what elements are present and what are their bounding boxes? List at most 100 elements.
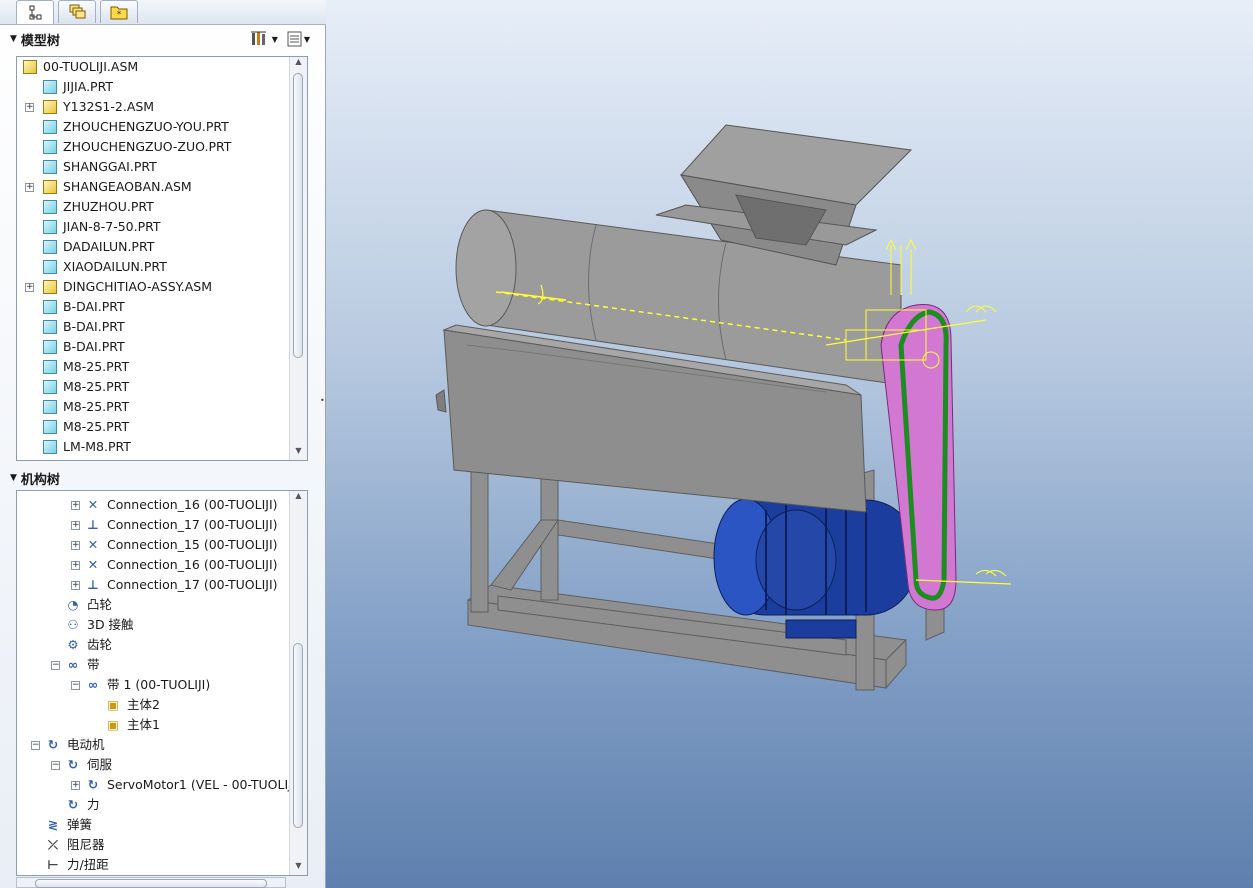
mech-tree-title: 机构树 [20,472,60,488]
mech-tree-item-label: 齿轮 [87,637,113,652]
layers-icon [69,4,86,19]
expand-icon[interactable]: + [71,521,80,530]
mech-tree-item[interactable]: + ↻ ServoMotor1 (VEL - 00-TUOLIJI) [17,775,301,795]
collapse-icon[interactable]: − [51,661,60,670]
model-tree-item[interactable]: M8-25.PRT [17,377,287,397]
mech-tree-item[interactable]: ⤫ 阻尼器 [17,835,297,855]
thresher-3d-model[interactable] [326,0,1253,888]
panel-splitter[interactable]: • [318,355,326,445]
mech-tree-header[interactable]: ▼ 机构树 [10,467,316,489]
expand-icon[interactable]: + [71,561,80,570]
part-icon [43,140,57,154]
model-tree-item[interactable]: M8-25.PRT [17,357,287,377]
mech-tree-item[interactable]: ▣ 主体2 [17,695,297,715]
collapse-triangle-icon[interactable]: ▼ [10,473,17,483]
model-tree-item[interactable]: B-DAI.PRT [17,297,287,317]
tab-model-tree[interactable] [16,0,54,24]
model-tree-item-label: B-DAI.PRT [63,339,125,354]
model-tree-panel[interactable]: 00-TUOLIJI.ASM JIJIA.PRT + Y132S1-2.ASM ZHOU… [16,56,308,461]
scroll-down-icon[interactable]: ▼ [290,446,307,460]
tree-settings-button[interactable]: ▼ [250,30,278,48]
expand-icon[interactable]: + [71,501,80,510]
model-tree-item[interactable]: + Y132S1-2.ASM [17,97,287,117]
scroll-up-icon[interactable]: ▲ [290,491,307,505]
expand-icon[interactable]: + [25,283,34,292]
scrollbar-thumb[interactable] [35,879,267,888]
joint-pin-icon: ⊥ [87,577,99,592]
model-tree-item[interactable]: ZHOUCHENGZUO-YOU.PRT [17,117,287,137]
model-tree-item-label: SHANGGAI.PRT [63,159,157,174]
scrollbar-thumb[interactable] [293,643,303,828]
collapse-icon[interactable]: − [51,761,60,770]
expand-icon[interactable]: + [25,103,34,112]
model-tree-item[interactable]: SHANGGAI.PRT [17,157,287,177]
mech-tree-item[interactable]: − ∞ 带 1 (00-TUOLIJI) [17,675,297,695]
model-tree-scrollbar[interactable]: ▲ ▼ [289,57,307,460]
graphics-viewport[interactable] [326,0,1253,888]
model-tree-item[interactable]: JIAN-8-7-50.PRT [17,217,287,237]
expand-icon[interactable]: + [71,581,80,590]
scroll-up-icon[interactable]: ▲ [290,57,307,71]
mech-tree-item[interactable]: − ↻ 伺服 [17,755,297,775]
model-tree-item[interactable]: ZHOUCHENGZUO-ZUO.PRT [17,137,287,157]
belt-icon: ∞ [67,657,79,672]
expand-icon[interactable]: + [71,541,80,550]
mech-tree-item[interactable]: + ⊥ Connection_17 (00-TUOLIJI) [17,575,297,595]
damper-icon: ⤫ [47,837,58,852]
collapse-triangle-icon[interactable]: ▼ [10,34,17,44]
model-tree-item[interactable]: XIAODAILUN.PRT [17,257,287,277]
mech-tree-item-label: 伺服 [87,757,113,772]
mech-tree-item-label: 电动机 [67,737,105,752]
mech-tree-item-label: Connection_16 (00-TUOLIJI) [107,557,278,572]
mech-tree-item[interactable]: ⊢ 力/扭距 [17,855,297,875]
tab-layers[interactable] [58,0,96,23]
mech-tree-item[interactable]: ⚙ 齿轮 [17,635,297,655]
scrollbar-thumb[interactable] [293,73,303,358]
model-tree-item-label: LM-M8.PRT [63,439,131,454]
mech-tree-item-label: 带 1 (00-TUOLIJI) [107,677,211,692]
part-icon [43,240,57,254]
model-tree-item[interactable]: DADAILUN.PRT [17,237,287,257]
model-tree-item[interactable]: M8-25.PRT [17,397,287,417]
model-tree-item[interactable]: LM-M8.PRT [17,437,287,457]
model-tree-item[interactable]: JIJIA.PRT [17,77,287,97]
tree-show-button[interactable]: ▼ [286,30,310,48]
tab-favorites[interactable]: * [100,0,138,23]
model-tree-item[interactable]: + SHANGEAOBAN.ASM [17,177,287,197]
mech-tree-item[interactable]: + ✕ Connection_16 (00-TUOLIJI) [17,495,297,515]
model-tree-item-label: DADAILUN.PRT [63,239,155,254]
part-icon [43,440,57,454]
model-tree-item-label: B-DAI.PRT [63,319,125,334]
mech-tree-item-label: ServoMotor1 (VEL - 00-TUOLIJI) [107,777,301,792]
scroll-down-icon[interactable]: ▼ [290,861,307,875]
mech-tree-item[interactable]: − ∞ 带 [17,655,297,675]
model-tree-item[interactable]: B-DAI.PRT [17,317,287,337]
mech-tree-item[interactable]: + ⊥ Connection_17 (00-TUOLIJI) [17,515,297,535]
mech-tree-item[interactable]: ▣ 主体1 [17,715,297,735]
model-tree-header[interactable]: ▼ 模型树 ▼ ▼ [10,28,316,50]
model-tree-item[interactable]: 00-TUOLIJI.ASM [17,57,287,77]
expand-icon[interactable]: + [25,183,34,192]
model-tree-item-label: B-DAI.PRT [63,299,125,314]
model-tree-item[interactable]: B-DAI.PRT [17,337,287,357]
mech-tree-item[interactable]: ≷ 弹簧 [17,815,297,835]
mech-tree-item[interactable]: + ✕ Connection_15 (00-TUOLIJI) [17,535,297,555]
mech-tree-item[interactable]: ↻ 力 [17,795,297,815]
collapse-icon[interactable]: − [31,741,40,750]
model-tree-title: 模型树 [20,33,60,49]
model-tree-item[interactable]: M8-25.PRT [17,417,287,437]
model-tree-item[interactable]: ZHUZHOU.PRT [17,197,287,217]
collapse-icon[interactable]: − [71,681,80,690]
part-icon [43,220,57,234]
mech-tree-item[interactable]: ⚇ 3D 接触 [17,615,297,635]
mech-tree-scrollbar[interactable]: ▲ ▼ [289,491,307,875]
dropdown-arrow-icon: ▼ [271,34,278,44]
horizontal-scrollbar[interactable] [16,877,286,888]
model-tree-item[interactable]: + DINGCHITIAO-ASSY.ASM [17,277,287,297]
mech-tree-panel[interactable]: + ✕ Connection_16 (00-TUOLIJI) + ⊥ Connection… [16,490,308,876]
mech-tree-item[interactable]: + ✕ Connection_16 (00-TUOLIJI) [17,555,297,575]
mech-tree-item[interactable]: − ↻ 电动机 [17,735,297,755]
mech-tree-item[interactable]: ◔ 凸轮 [17,595,297,615]
part-icon [43,200,57,214]
expand-icon[interactable]: + [71,781,80,790]
